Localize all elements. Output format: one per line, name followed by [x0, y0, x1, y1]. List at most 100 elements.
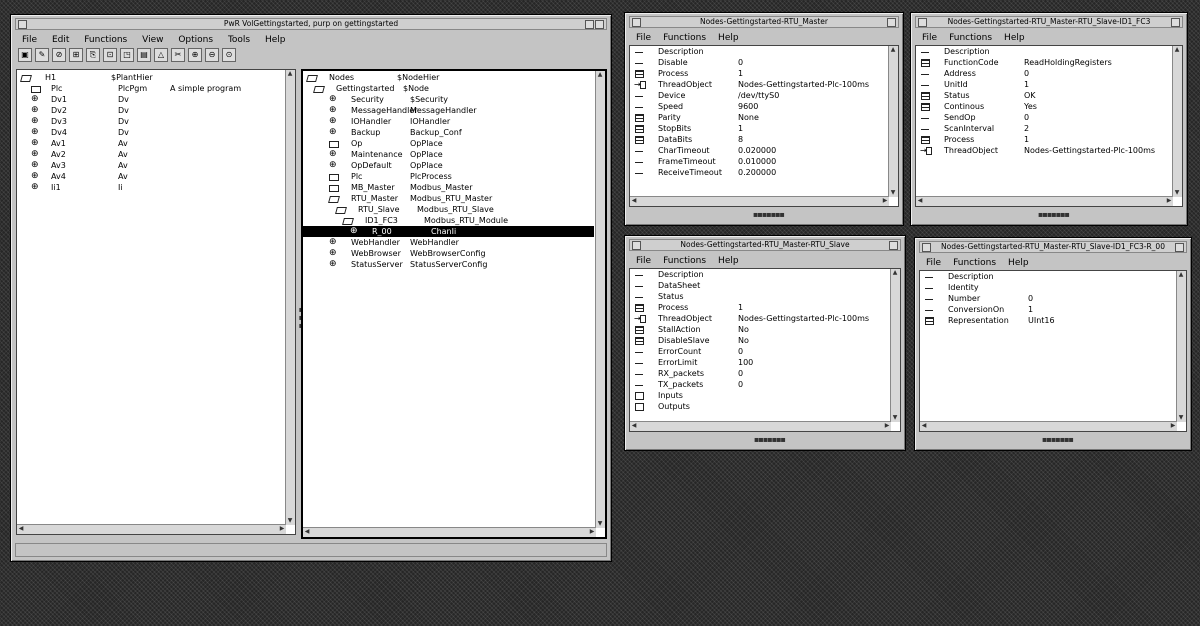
tree-row[interactable]: MB_Master Modbus_Master — [303, 182, 594, 193]
tree-row[interactable]: WebHandler WebHandler — [303, 237, 594, 248]
maximize-icon[interactable] — [1171, 18, 1180, 27]
tree-row[interactable]: Security $Security — [303, 94, 594, 105]
zoom-reset-icon[interactable]: ⊙ — [222, 48, 236, 62]
tree-row[interactable]: MessageHandlerMessageHandler — [303, 105, 594, 116]
open-object-icon[interactable]: ◳ — [120, 48, 134, 62]
attribute-row[interactable]: Status OK — [918, 90, 1170, 101]
attribute-row[interactable]: Description — [632, 46, 886, 57]
tree-row[interactable]: ID1_FC3 Modbus_RTU_Module — [303, 215, 594, 226]
maximize-icon[interactable] — [887, 18, 896, 27]
resize-grip[interactable]: ▪▪▪▪▪▪▪ — [753, 210, 785, 219]
horizontal-scrollbar[interactable]: ◀ ▶ — [630, 196, 889, 206]
attribute-row[interactable]: Process 1 — [632, 302, 888, 313]
tree-row[interactable]: Av3 Av — [21, 160, 283, 171]
menu-file[interactable]: File — [926, 258, 941, 268]
attribute-row[interactable]: RX_packets 0 — [632, 368, 888, 379]
maximize-icon[interactable] — [1175, 243, 1184, 252]
book-icon[interactable]: ▤ — [137, 48, 151, 62]
maximize-icon[interactable] — [595, 20, 604, 29]
menu-functions[interactable]: Functions — [953, 258, 996, 268]
vertical-scrollbar[interactable]: ▲ ▼ — [1176, 271, 1186, 422]
tree-row[interactable]: Maintenance OpPlace — [303, 149, 594, 160]
attribute-row[interactable]: Process 1 — [632, 68, 886, 79]
tree-row[interactable]: Av4 Av — [21, 171, 283, 182]
main-window-titlebar[interactable]: PwR VolGettingstarted, purp on gettingst… — [15, 18, 607, 30]
maximize-icon[interactable] — [889, 241, 898, 250]
tree-row[interactable]: Plc PlcPgm A simple program — [21, 83, 283, 94]
attribute-row[interactable]: FrameTimeout 0.010000 — [632, 156, 886, 167]
menu-functions[interactable]: Functions — [663, 33, 706, 43]
attribute-row[interactable]: DataSheet — [632, 280, 888, 291]
zoom-in-icon[interactable]: ⊕ — [188, 48, 202, 62]
save-icon[interactable]: ▣ — [18, 48, 32, 62]
attribute-row[interactable]: ReceiveTimeout 0.200000 — [632, 167, 886, 178]
resize-grip[interactable]: ▪▪▪▪▪▪▪ — [1038, 210, 1070, 219]
cut-icon[interactable]: ✂ — [171, 48, 185, 62]
attribute-row[interactable]: Outputs — [632, 401, 888, 412]
window-menu-icon[interactable] — [922, 243, 931, 252]
print-icon[interactable]: ⊡ — [103, 48, 117, 62]
attribute-row[interactable]: Description — [632, 269, 888, 280]
menu-file[interactable]: File — [22, 35, 37, 45]
edit-icon[interactable]: ✎ — [35, 48, 49, 62]
menu-functions[interactable]: Functions — [949, 33, 992, 43]
attribute-row[interactable]: CharTimeout 0.020000 — [632, 145, 886, 156]
tree-row[interactable]: IOHandler IOHandler — [303, 116, 594, 127]
attribute-row[interactable]: ThreadObject Nodes-Gettingstarted-Plc-100… — [632, 313, 888, 324]
attribute-row[interactable]: Process 1 — [918, 134, 1170, 145]
tree-row[interactable]: Dv4 Dv — [21, 127, 283, 138]
menu-functions[interactable]: Functions — [84, 35, 127, 45]
menu-help[interactable]: Help — [265, 35, 286, 45]
window-titlebar[interactable]: Nodes-Gettingstarted-RTU_Master-RTU_Slav… — [629, 239, 901, 251]
tree-row[interactable]: H1 $PlantHier — [21, 72, 283, 83]
tree-row[interactable]: Backup Backup_Conf — [303, 127, 594, 138]
attribute-row[interactable]: ThreadObject Nodes-Gettingstarted-Plc-100… — [632, 79, 886, 90]
attribute-row[interactable]: Device/dev/ttyS0 — [632, 90, 886, 101]
attribute-row[interactable]: Description — [918, 46, 1170, 57]
window-menu-icon[interactable] — [632, 18, 641, 27]
right-horizontal-scrollbar[interactable]: ◀ ▶ — [303, 527, 596, 537]
attribute-row[interactable]: StopBits 1 — [632, 123, 886, 134]
attribute-list-pane[interactable]: DescriptionDataSheetStatusProcess1Thread… — [629, 268, 901, 432]
tree-row[interactable]: Nodes $NodeHier — [303, 72, 594, 83]
menu-edit[interactable]: Edit — [52, 35, 69, 45]
menu-options[interactable]: Options — [178, 35, 213, 45]
attribute-row[interactable]: Speed 9600 — [632, 101, 886, 112]
tree-row[interactable]: RTU_Slave Modbus_RTU_Slave — [303, 204, 594, 215]
menu-file[interactable]: File — [636, 33, 651, 43]
attribute-row[interactable]: Continous Yes — [918, 101, 1170, 112]
right-vertical-scrollbar[interactable]: ▲ ▼ — [595, 71, 605, 528]
tree-row[interactable]: Dv1 Dv — [21, 94, 283, 105]
tree-row[interactable]: Av1 Av — [21, 138, 283, 149]
resize-grip[interactable]: ▪▪▪▪▪▪▪ — [1042, 435, 1074, 444]
menu-help[interactable]: Help — [718, 256, 739, 266]
window-titlebar[interactable]: Nodes-Gettingstarted-RTU_Master — [629, 16, 899, 28]
menu-help[interactable]: Help — [718, 33, 739, 43]
window-titlebar[interactable]: Nodes-Gettingstarted-RTU_Master-RTU_Slav… — [915, 16, 1183, 28]
attribute-row[interactable]: TX_packets 0 — [632, 379, 888, 390]
copy-icon[interactable]: ⎘ — [86, 48, 100, 62]
tree-row[interactable]: StatusServer StatusServerConfig — [303, 259, 594, 270]
plant-hierarchy-pane[interactable]: H1$PlantHierPlcPlcPgmA simple programDv1… — [16, 69, 296, 535]
menu-file[interactable]: File — [636, 256, 651, 266]
menu-functions[interactable]: Functions — [663, 256, 706, 266]
tree-row[interactable]: Plc PlcProcess — [303, 171, 594, 182]
attribute-row[interactable]: Number 0 — [922, 293, 1174, 304]
window-titlebar[interactable]: Nodes-Gettingstarted-RTU_Master-RTU_Slav… — [919, 241, 1187, 253]
attribute-row[interactable]: Identity — [922, 282, 1174, 293]
tree-row[interactable]: Dv2 Dv — [21, 105, 283, 116]
attribute-row[interactable]: Disable 0 — [632, 57, 886, 68]
tree-row[interactable]: WebBrowser WebBrowserConfig — [303, 248, 594, 259]
menu-file[interactable]: File — [922, 33, 937, 43]
horizontal-scrollbar[interactable]: ◀ ▶ — [916, 196, 1173, 206]
attribute-row[interactable]: Status — [632, 291, 888, 302]
tree-row[interactable]: RTU_Master Modbus_RTU_Master — [303, 193, 594, 204]
horizontal-scrollbar[interactable]: ◀ ▶ — [630, 421, 891, 431]
window-menu-icon[interactable] — [918, 18, 927, 27]
tree-row[interactable]: Op OpPlace — [303, 138, 594, 149]
attribute-row[interactable]: ConversionOn 1 — [922, 304, 1174, 315]
node-hierarchy-pane[interactable]: Nodes$NodeHierGettingstarted$NodeSecurit… — [301, 69, 607, 539]
menu-tools[interactable]: Tools — [228, 35, 250, 45]
attribute-row[interactable]: Address 0 — [918, 68, 1170, 79]
vertical-scrollbar[interactable]: ▲ ▼ — [888, 46, 898, 197]
